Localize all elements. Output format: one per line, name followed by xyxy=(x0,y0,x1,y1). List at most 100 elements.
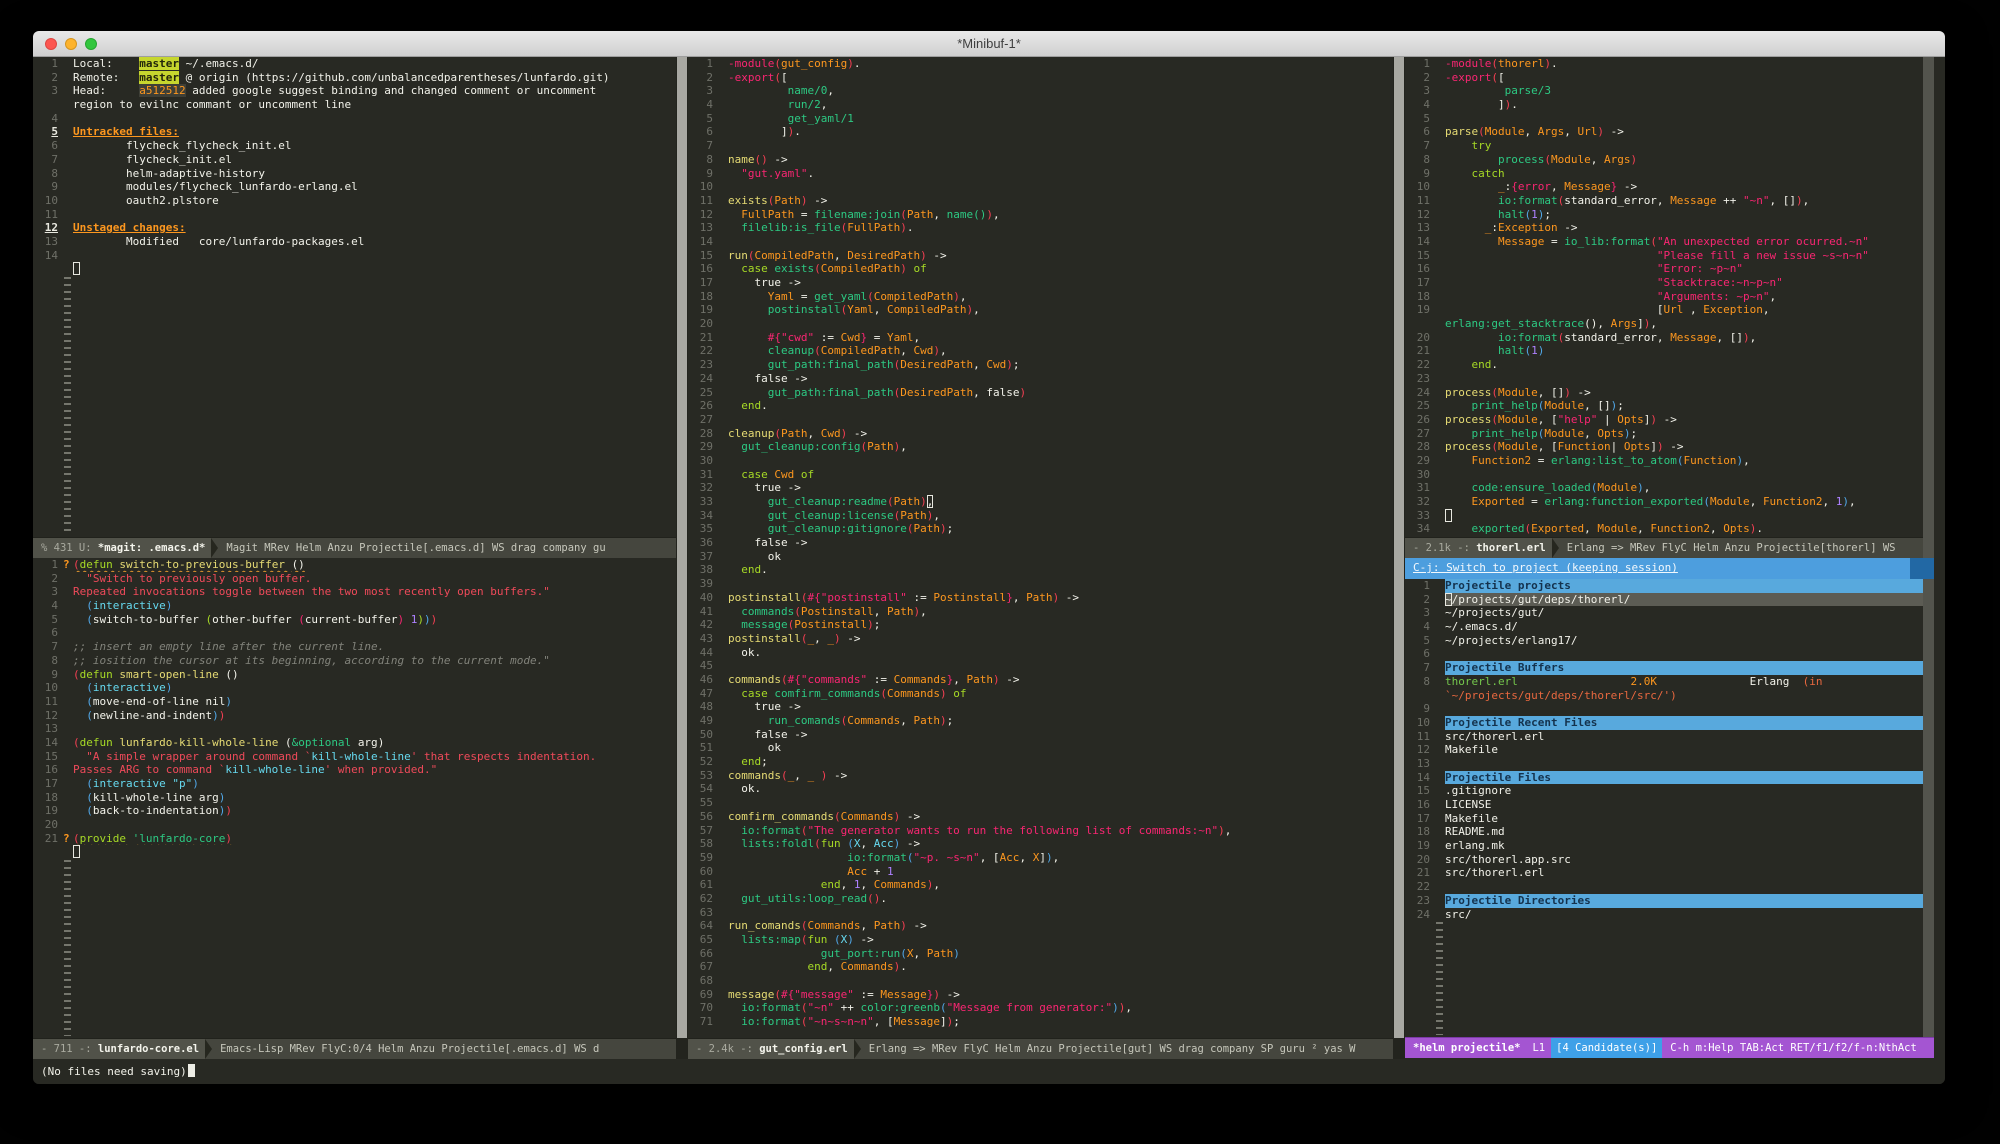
erlang-thorerl-buffer[interactable]: 1 -module(thorerl). 2 -export([3 parse/3 4 ]… xyxy=(1405,57,1923,537)
code-line: 18 Yaml = get_yaml(CompiledPath), xyxy=(699,289,967,303)
code-line: 2 ~/projects/gut/deps/thorerl/ xyxy=(1405,592,1923,607)
code-line: 68 xyxy=(699,974,713,988)
modeline-position: - 2.4k -: xyxy=(696,1043,760,1055)
code-line: 11 io:format(standard_error, Message ++ … xyxy=(1416,193,1810,207)
code-line: 65 lists:map(fun (X) -> xyxy=(699,933,874,946)
empty-line-fringe-indicators xyxy=(33,276,676,537)
code-line: 5 (switch-to-buffer (other-buffer (curre… xyxy=(51,612,438,626)
code-line: 16 LICENSE xyxy=(1416,798,1492,811)
code-line: 15 "Please fill a new issue ~s~n~n" xyxy=(1416,248,1869,262)
code-line: 1 -module(thorerl). xyxy=(1423,57,1558,70)
modeline-modes: Erlang => MRev FlyC Helm Anzu Projectile… xyxy=(868,1043,1356,1055)
code-line: 14 Projectile Files xyxy=(1405,770,1923,785)
code-line: 45 xyxy=(699,659,713,673)
code-line: 31 case Cwd of xyxy=(699,467,815,481)
buffer-name: lunfardo-core.el xyxy=(97,1043,200,1055)
elisp-code-buffer[interactable]: 1? (defun switch-to-previous-buffer () 2 "… xyxy=(33,558,676,1038)
code-line: 29 gut_cleanup:config(Path), xyxy=(699,440,907,454)
code-line: 1 -module(gut_config). xyxy=(706,57,861,70)
scrollbar-thumb[interactable] xyxy=(1394,57,1404,1038)
code-line: 27 print_help(Module, Opts); xyxy=(1416,426,1638,440)
helm-projectile-buffer[interactable]: 1 Projectile projects 2 ~/projects/gut/deps… xyxy=(1405,579,1923,1037)
code-line: 4 (interactive) xyxy=(51,599,173,613)
code-line: 9 xyxy=(1423,702,1430,716)
scrollbar-thumb[interactable] xyxy=(677,57,687,1038)
code-line: 20 io:format(standard_error, Message, []… xyxy=(1416,330,1757,344)
code-line: 26 process(Module, ["help" | Opts]) -> xyxy=(1416,412,1677,426)
code-line: 10 (interactive) xyxy=(44,681,173,695)
modeline-elisp[interactable]: - 711 -: lunfardo-core.el Emacs-Lisp MRe… xyxy=(33,1038,676,1059)
powerline-arrow-icon xyxy=(1551,538,1559,558)
code-line: 32 Exported = erlang:function_exported(M… xyxy=(1416,495,1856,508)
code-line: 4 xyxy=(51,111,58,125)
modeline-thorerl[interactable]: - 2.1k -: thorerl.erl Erlang => MRev Fly… xyxy=(1405,537,1923,558)
code-line: 24 false -> xyxy=(699,371,808,385)
erlang-gut-config-buffer[interactable]: 1 -module(gut_config). 2 -export([3 name/0,… xyxy=(688,57,1393,1038)
code-line: 5 get_yaml/1 xyxy=(706,111,854,125)
code-line: 52 end; xyxy=(699,755,768,769)
scrollbar[interactable] xyxy=(676,57,688,1059)
code-line: 42 message(Postinstall); xyxy=(699,618,881,632)
modeline-position: - 2.1k -: xyxy=(1413,542,1477,554)
code-line: region to evilnc commant or uncomment li… xyxy=(73,98,352,112)
code-line: 3 name/0, xyxy=(706,84,834,98)
magit-status-buffer[interactable]: 1 Local: master ~/.emacs.d/2 Remote: maste… xyxy=(33,57,676,537)
minimize-button[interactable] xyxy=(65,38,77,50)
code-line: 34 exported(Exported, Module, Function2,… xyxy=(1416,522,1763,536)
code-line: 60 Acc + 1 xyxy=(699,864,894,878)
modeline-magit[interactable]: % 431 U: *magit: .emacs.d* Magit MRev He… xyxy=(33,537,676,558)
code-line: 1? (defun switch-to-previous-buffer () xyxy=(51,558,305,571)
code-line: `~/projects/gut/deps/thorerl/src/') xyxy=(1445,688,1677,702)
code-line: 29 Function2 = erlang:list_to_atom(Funct… xyxy=(1416,453,1750,467)
helm-key-hints: C-h m:Help TAB:Act RET/f1/f2/f-n:NthAct xyxy=(1670,1042,1917,1054)
code-line: 38 end. xyxy=(699,563,768,577)
code-line: 43 postinstall(_, _) -> xyxy=(699,631,861,645)
empty-line-fringe-indicators xyxy=(33,859,676,1038)
code-line: 47 case comfirm_commands(Commands) of xyxy=(699,686,967,700)
code-line: 17 true -> xyxy=(699,276,801,289)
code-line: 10 _:{error, Message} -> xyxy=(1416,180,1638,194)
modeline-modes: Erlang => MRev FlyC Helm Anzu Projectile… xyxy=(1566,542,1896,554)
code-line: 63 xyxy=(699,905,713,919)
code-line: 13 xyxy=(1416,756,1430,770)
code-line: 26 end. xyxy=(699,399,768,413)
code-line: 5 xyxy=(1423,111,1430,125)
buffer-name: *helm projectile* xyxy=(1413,1042,1521,1054)
powerline-arrow-icon xyxy=(205,1039,213,1059)
code-line: 15 run(CompiledPath, DesiredPath) -> xyxy=(699,248,947,262)
code-line: 70 io:format("~n" ++ color:greenb("Messa… xyxy=(699,1001,1133,1015)
code-line: 8 helm-adaptive-history xyxy=(51,166,266,180)
modeline-modes: Emacs-Lisp MRev FlyC:0/4 Helm Anzu Proje… xyxy=(220,1043,600,1055)
minibuffer[interactable]: (No files need saving) xyxy=(33,1059,1945,1084)
code-line: 17 Makefile xyxy=(1416,811,1498,825)
modeline-helm[interactable]: *helm projectile* L1 [4 Candidate(s)] C-… xyxy=(1405,1037,1934,1058)
code-line: 57 io:format("The generator wants to run… xyxy=(699,823,1232,837)
code-line: 3 Repeated invocations toggle between the… xyxy=(51,585,550,599)
code-line: 7 Projectile Buffers xyxy=(1405,661,1923,675)
code-line: 20 xyxy=(699,317,713,331)
code-line: 50 false -> xyxy=(699,727,808,741)
code-line: 18 README.md xyxy=(1416,825,1505,839)
code-line: 21 #{"cwd" := Cwd} = Yaml, xyxy=(699,330,921,344)
zoom-button[interactable] xyxy=(85,38,97,50)
code-line: 10 oauth2.plstore xyxy=(44,193,219,207)
code-line: 23 Projectile Directories xyxy=(1405,893,1923,908)
code-line: 6 parse(Module, Args, Url) -> xyxy=(1423,125,1624,139)
code-line: 21? (provide 'lunfardo-core) xyxy=(44,831,232,845)
modeline-gut[interactable]: - 2.4k -: gut_config.erl Erlang => MRev … xyxy=(688,1038,1393,1059)
scrollbar[interactable] xyxy=(1393,57,1405,1059)
code-line: 12 halt(1); xyxy=(1416,207,1551,221)
code-line: 20 src/thorerl.app.src xyxy=(1416,852,1571,866)
titlebar[interactable]: *Minibuf-1* xyxy=(33,31,1945,57)
code-line: 7 try xyxy=(1423,139,1492,153)
code-line: 8 name() -> xyxy=(706,152,788,166)
code-line: 12 Unstaged changes: xyxy=(44,221,186,235)
code-line: 44 ok. xyxy=(699,645,762,659)
code-line: 21 src/thorerl.erl xyxy=(1416,866,1545,880)
code-line: 13 Modified core/lunfardo-packages.el xyxy=(44,234,365,248)
code-line: 66 gut_port:run(X, Path) xyxy=(699,946,960,960)
close-button[interactable] xyxy=(45,38,57,50)
scrollbar[interactable] xyxy=(1923,57,1934,1037)
code-line: 15 .gitignore xyxy=(1416,784,1512,798)
